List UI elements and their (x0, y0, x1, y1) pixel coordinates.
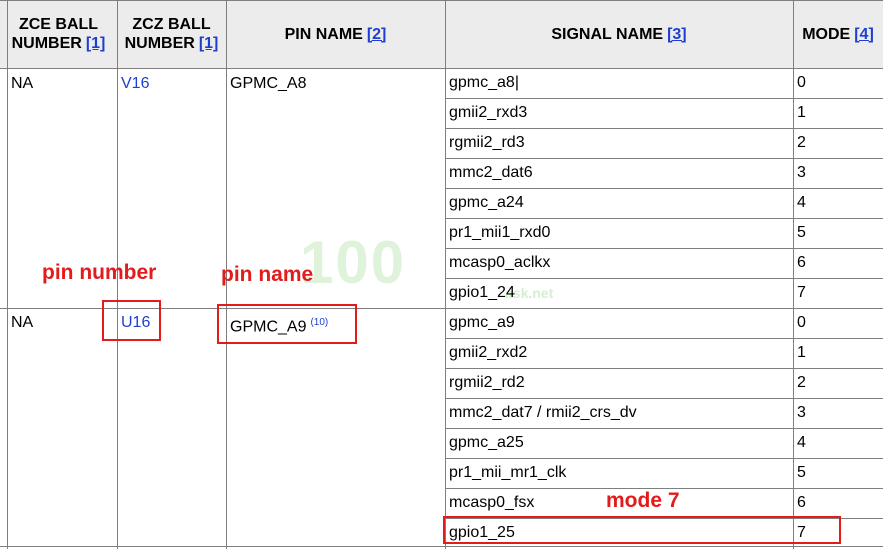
grid-line (445, 0, 446, 549)
mode-cell: 0 (797, 314, 806, 331)
annotation-mode7: mode 7 (606, 489, 680, 512)
signal-name-cell: pr1_mii_mr1_clk (449, 464, 567, 481)
mode-cell: 6 (797, 494, 806, 511)
grid-line (445, 158, 883, 159)
grid-line (445, 128, 883, 129)
mode-cell: 0 (797, 74, 806, 91)
grid-line (445, 278, 883, 279)
pin-name-cell: GPMC_A8 (230, 75, 307, 92)
signal-name-cell: gpmc_a25 (449, 434, 524, 451)
signal-name-cell: gmii2_rxd2 (449, 344, 528, 361)
zcz-ball-number-link[interactable]: V16 (121, 74, 149, 94)
signal-name-cell: mmc2_dat7 / rmii2_crs_dv (449, 404, 637, 421)
grid-line (0, 546, 883, 547)
highlight-box-pin-name (217, 304, 357, 344)
signal-name-cell: gpmc_a9 (449, 314, 515, 331)
signal-name-cell: rgmii2_rd2 (449, 374, 525, 391)
mode-cell: 4 (797, 194, 806, 211)
signal-name-cell: pr1_mii1_rxd0 (449, 224, 551, 241)
signal-name-cell: mcasp0_fsx (449, 494, 535, 511)
header-zcz-ball-number: ZCZ BALL NUMBER [1] (124, 16, 219, 52)
grid-line (445, 338, 883, 339)
mode-cell: 7 (797, 284, 806, 301)
signal-name-cell: gpmc_a8| (449, 74, 519, 91)
grid-line (445, 218, 883, 219)
mode-cell: 6 (797, 254, 806, 271)
signal-name-cell: mmc2_dat6 (449, 164, 533, 181)
mode-cell: 3 (797, 404, 806, 421)
grid-line (445, 98, 883, 99)
highlight-box-pin-number (102, 300, 161, 341)
mode-cell: 5 (797, 224, 806, 241)
signal-name-cell: gpio1_24 (449, 284, 515, 301)
annotation-pin-number: pin number (42, 261, 157, 284)
signal-name-cell: gmii2_rxd3 (449, 104, 528, 121)
header-signal-name: SIGNAL NAME [3] (551, 25, 687, 43)
header-mode: MODE [4] (802, 25, 874, 43)
grid-line (445, 398, 883, 399)
grid-line (445, 458, 883, 459)
mode-cell: 3 (797, 164, 806, 181)
grid-line (445, 428, 883, 429)
mode-cell: 4 (797, 434, 806, 451)
grid-line (445, 188, 883, 189)
mode-cell: 1 (797, 104, 806, 121)
grid-line (445, 368, 883, 369)
watermark: 100 (300, 229, 407, 296)
zce-ball-number-cell: NA (11, 75, 34, 92)
mode-cell: 5 (797, 464, 806, 481)
mode-cell: 1 (797, 344, 806, 361)
header-pin-name: PIN NAME [2] (284, 25, 387, 43)
grid-line (0, 68, 883, 69)
signal-name-cell: rgmii2_rd3 (449, 134, 525, 151)
mode-footnote-link[interactable]: [4] (854, 26, 874, 43)
zcz-footnote-link[interactable]: [1] (199, 35, 219, 52)
highlight-box-mode7 (443, 516, 841, 544)
signal-name-footnote-link[interactable]: [3] (667, 26, 687, 43)
grid-line (7, 0, 8, 549)
annotation-pin-name: pin name (221, 263, 314, 286)
mode-cell: 2 (797, 374, 806, 391)
signal-name-cell: gpmc_a24 (449, 194, 524, 211)
grid-line (445, 248, 883, 249)
signal-name-cell: mcasp0_aclkx (449, 254, 551, 271)
pin-name-footnote-link[interactable]: [2] (367, 26, 387, 43)
zce-footnote-link[interactable]: [1] (86, 35, 106, 52)
grid-line (793, 0, 794, 549)
mode-cell: 2 (797, 134, 806, 151)
grid-line (0, 0, 883, 1)
zce-ball-number-cell: NA (11, 314, 34, 331)
header-zce-ball-number: ZCE BALL NUMBER [1] (11, 16, 106, 52)
